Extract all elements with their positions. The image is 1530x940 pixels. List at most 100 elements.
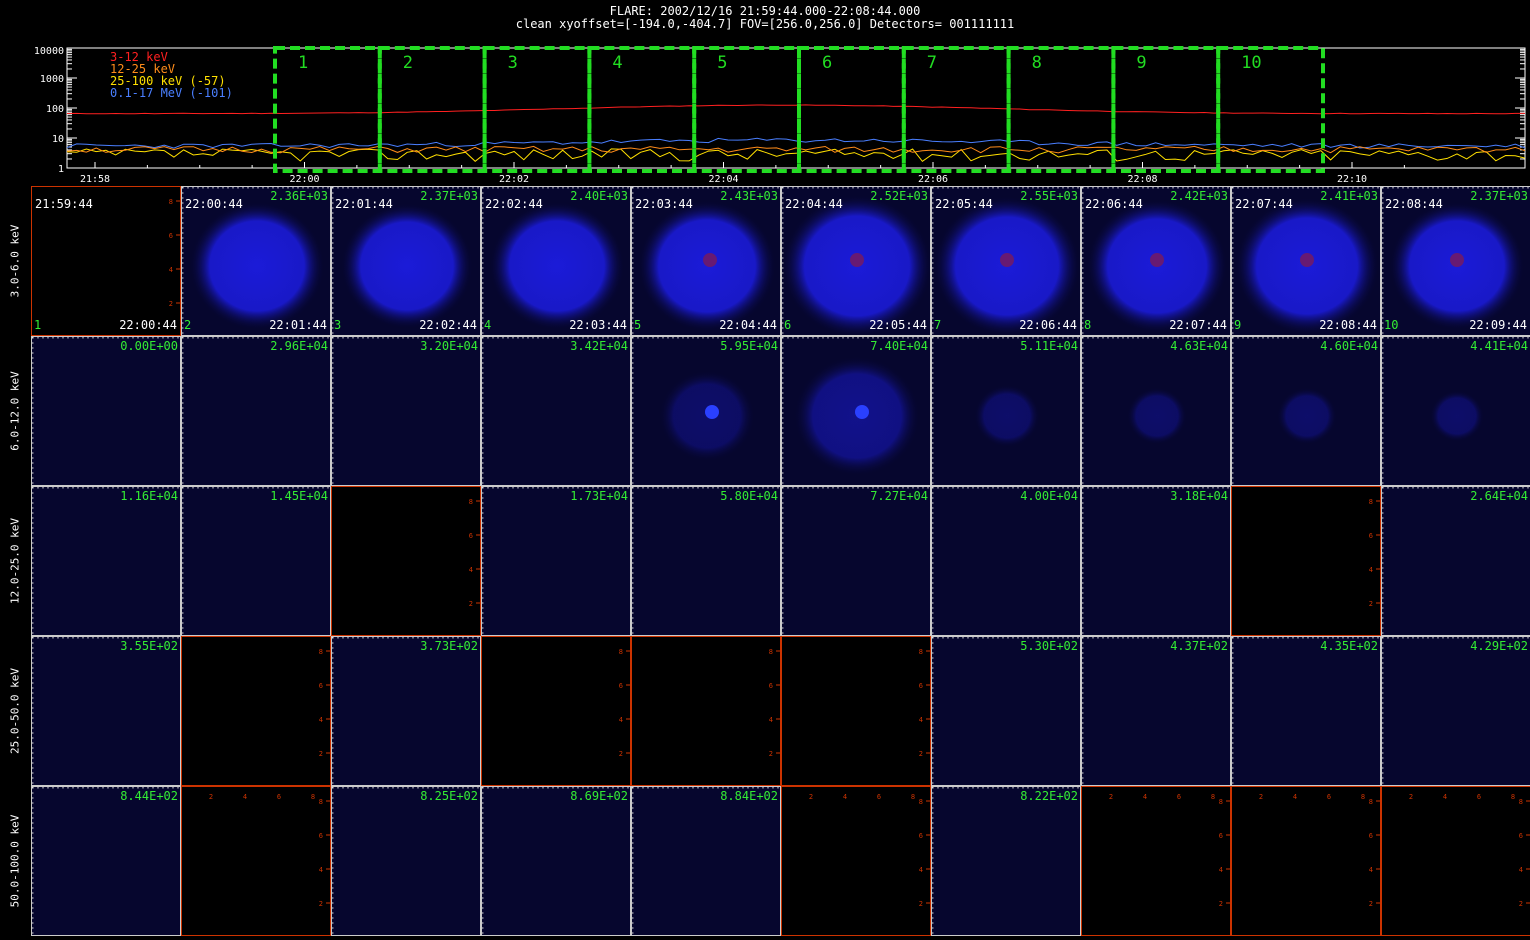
peak-value: 5.80E+04 (720, 489, 778, 503)
image-cell-empty[interactable]: 2 4 6 8 (331, 486, 481, 636)
image-cell[interactable]: 3.55E+02 (31, 636, 181, 786)
axis-tick-label: 8 (911, 793, 915, 801)
interval-label: 9 (1136, 53, 1146, 73)
image-cell[interactable]: 2.52E+03 22:04:44 22:05:44 6 (781, 186, 931, 336)
image-cell[interactable]: 4.60E+04 (1231, 336, 1381, 486)
peak-value: 7.40E+04 (870, 339, 928, 353)
peak-value: 1.73E+04 (570, 489, 628, 503)
source-emission (189, 201, 325, 331)
image-cell[interactable]: 1.73E+04 (481, 486, 631, 636)
interval-box (692, 46, 802, 173)
image-cell[interactable]: 4.41E+04 (1381, 336, 1530, 486)
image-cell[interactable]: 3.18E+04 (1081, 486, 1231, 636)
image-cell[interactable]: 3.73E+02 (331, 636, 481, 786)
interval-index: 3 (334, 318, 342, 332)
axis-tick-label: 6 (919, 682, 923, 690)
image-cell[interactable]: 5.30E+02 (931, 636, 1081, 786)
image-canvas (632, 787, 780, 935)
image-cell[interactable]: 5.95E+04 (631, 336, 781, 486)
axis-tick-label: 6 (919, 832, 923, 840)
interval-label: 10 (1241, 53, 1261, 73)
image-cell[interactable]: 8.25E+02 (331, 786, 481, 936)
peak-value: 4.00E+04 (1020, 489, 1078, 503)
peak-value: 4.63E+04 (1170, 339, 1228, 353)
image-cell[interactable]: 2.64E+04 (1381, 486, 1530, 636)
source-emission (489, 201, 625, 331)
row-label: 3.0-6.0 keV (0, 186, 30, 336)
image-cell-empty[interactable]: 2 4 6 8 (481, 636, 631, 786)
image-cell[interactable]: 8.44E+02 (31, 786, 181, 936)
image-cell-empty[interactable]: 2 4 6 8 2 4 6 8 (181, 786, 331, 936)
image-canvas (1382, 337, 1530, 485)
image-cell[interactable]: 4.63E+04 (1081, 336, 1231, 486)
y-tick-label: 100 (46, 104, 64, 115)
image-cell[interactable]: 8.84E+02 (631, 786, 781, 936)
image-cell[interactable]: 2.40E+03 22:02:44 22:03:44 4 (481, 186, 631, 336)
image-cell[interactable]: 4.37E+02 (1081, 636, 1231, 786)
image-cell-empty[interactable]: 2 4 6 8 2 4 6 8 (781, 786, 931, 936)
image-cell[interactable]: 5.80E+04 (631, 486, 781, 636)
axis-tick-label: 4 (919, 716, 923, 724)
image-cell[interactable]: 2.36E+03 22:00:44 22:01:44 2 (181, 186, 331, 336)
interval-label: 4 (612, 53, 622, 73)
image-cell[interactable]: 1.45E+04 (181, 486, 331, 636)
image-cell[interactable]: 8.22E+02 (931, 786, 1081, 936)
image-cell[interactable]: 4.29E+02 (1381, 636, 1530, 786)
axis-tick-label: 4 (319, 866, 323, 874)
interval-index: 6 (784, 318, 792, 332)
y-tick-label: 1 (58, 164, 64, 175)
image-cell-empty[interactable]: 2 4 6 8 2 4 6 8 (1231, 786, 1381, 936)
peak-value: 1.45E+04 (270, 489, 328, 503)
plot-subtitle: clean xyoffset=[-194.0,-404.7] FOV=[256.… (515, 17, 1015, 31)
image-cell[interactable]: 5.11E+04 (931, 336, 1081, 486)
image-grid: 3.0-6.0 keV 6.0-12.0 keV 12.0-25.0 keV 25.0… (0, 186, 1530, 940)
image-cell-empty[interactable]: 2 4 6 8 2 4 6 8 (1081, 786, 1231, 936)
image-canvas (632, 337, 780, 485)
image-cell-empty[interactable]: 2 4 6 8 (781, 636, 931, 786)
peak-value: 2.42E+03 (1170, 189, 1228, 203)
axis-tick-label: 2 (809, 793, 813, 801)
axis-tick-label: 6 (619, 682, 623, 690)
peak-value: 3.18E+04 (1170, 489, 1228, 503)
image-canvas (1082, 487, 1230, 635)
cell-tick-frame (482, 487, 630, 635)
image-cell[interactable]: 2.43E+03 22:03:44 22:04:44 5 (631, 186, 781, 336)
image-cell[interactable]: 1.16E+04 (31, 486, 181, 636)
image-cell[interactable]: 2.37E+03 22:08:44 22:09:44 10 (1381, 186, 1530, 336)
image-cell-empty[interactable]: 2 4 6 8 (631, 636, 781, 786)
image-cell-empty[interactable]: 2 4 6 8 2 4 6 8 (1381, 786, 1530, 936)
image-cell[interactable]: 7.27E+04 (781, 486, 931, 636)
image-cell[interactable]: 4.00E+04 (931, 486, 1081, 636)
image-cell[interactable]: 3.42E+04 (481, 336, 631, 486)
peak-value: 8.25E+02 (420, 789, 478, 803)
image-cell[interactable]: 2.37E+03 22:01:44 22:02:44 3 (331, 186, 481, 336)
image-canvas (482, 337, 630, 485)
image-cell[interactable]: 0.00E+00 (31, 336, 181, 486)
image-cell[interactable]: 2.41E+03 22:07:44 22:08:44 9 (1231, 186, 1381, 336)
axis-tick-label: 2 (1109, 793, 1113, 801)
image-cell[interactable]: 2.55E+03 22:05:44 22:06:44 7 (931, 186, 1081, 336)
image-canvas (182, 487, 330, 635)
x-tick-label: 22:10 (1337, 174, 1367, 185)
peak-value: 2.55E+03 (1020, 189, 1078, 203)
end-time: 22:05:44 (869, 318, 927, 332)
image-cell[interactable]: 8.69E+02 (481, 786, 631, 936)
axis-tick-label: 2 (209, 793, 213, 801)
axis-tick-label: 4 (919, 866, 923, 874)
peak-value: 2.37E+03 (420, 189, 478, 203)
image-canvas: 2 4 6 8 2 4 6 8 (1409, 793, 1530, 908)
image-cell[interactable]: 4.35E+02 (1231, 636, 1381, 786)
start-time: 22:04:44 (785, 197, 843, 211)
peak-value: 0.00E+00 (120, 339, 178, 353)
image-cell[interactable]: 2.96E+04 (181, 336, 331, 486)
image-cell-empty[interactable]: 2 4 6 8 21:59:44 22:00:44 1 (31, 186, 181, 336)
image-cell[interactable]: 3.20E+04 (331, 336, 481, 486)
source-kernel (1150, 253, 1164, 267)
end-time: 22:01:44 (269, 318, 327, 332)
peak-value: 5.95E+04 (720, 339, 778, 353)
image-cell-empty[interactable]: 2 4 6 8 (1231, 486, 1381, 636)
image-canvas (32, 637, 180, 785)
image-cell[interactable]: 2.42E+03 22:06:44 22:07:44 8 (1081, 186, 1231, 336)
image-cell-empty[interactable]: 2 4 6 8 (181, 636, 331, 786)
image-cell[interactable]: 7.40E+04 (781, 336, 931, 486)
